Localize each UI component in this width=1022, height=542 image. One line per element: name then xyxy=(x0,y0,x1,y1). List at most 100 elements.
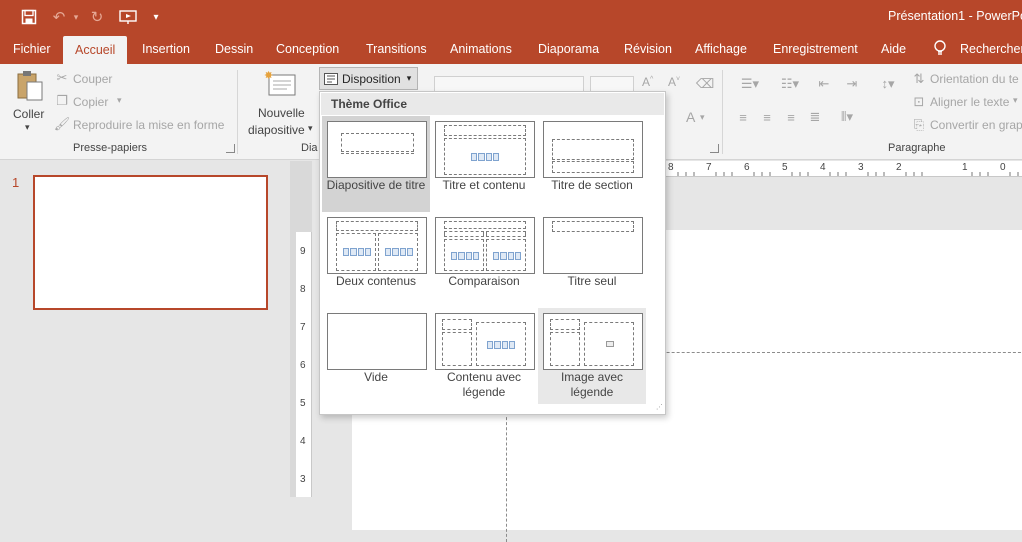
text-direction-button[interactable]: Orientation du te xyxy=(930,72,1019,86)
title-box xyxy=(550,319,580,330)
copy-button[interactable]: Copier xyxy=(73,95,108,109)
layout-thumbnail xyxy=(435,217,535,274)
align-center-icon[interactable]: ≡ xyxy=(759,109,775,125)
text-direction-icon[interactable]: ⇅ xyxy=(911,71,927,86)
content-icons xyxy=(343,248,371,256)
slide-thumbnail-pane: 1 xyxy=(0,161,290,497)
vertical-ruler: 9 8 7 6 5 4 3 xyxy=(296,232,312,497)
bullets-icon[interactable]: ☰▾ xyxy=(735,76,765,92)
slides-group-label: Dia xyxy=(301,142,318,154)
svg-text:✸: ✸ xyxy=(264,70,273,82)
horizontal-ruler: 8 7 6 5 4 3 2 1 0 xyxy=(666,161,1022,177)
copy-icon[interactable]: ❐ xyxy=(55,93,69,108)
ruler-label: 9 xyxy=(300,246,306,257)
tab-insertion[interactable]: Insertion xyxy=(142,34,190,64)
tab-transitions[interactable]: Transitions xyxy=(366,34,427,64)
content-box xyxy=(476,322,526,366)
layout-title-only[interactable]: Titre seul xyxy=(538,212,646,308)
layout-thumbnail xyxy=(435,121,535,178)
heading-right xyxy=(486,231,526,237)
copy-dropdown-icon[interactable]: ▾ xyxy=(117,95,122,106)
layout-title-slide[interactable]: Diapositive de titre xyxy=(322,116,430,212)
undo-dropdown-icon[interactable]: ▾ xyxy=(70,7,82,27)
tab-conception[interactable]: Conception xyxy=(276,34,339,64)
convert-smartart-icon[interactable]: ⎘ xyxy=(911,117,927,132)
content-icons xyxy=(471,153,499,161)
clear-formatting-icon[interactable]: ⌫ xyxy=(696,76,714,92)
tab-accueil[interactable]: Accueil xyxy=(63,36,128,64)
redo-icon[interactable]: ↻ xyxy=(87,7,107,27)
format-painter-icon[interactable]: 🖌 xyxy=(54,116,71,131)
grow-font-icon[interactable]: A^ xyxy=(642,75,653,89)
lightbulb-icon xyxy=(933,34,953,64)
present-from-start-icon[interactable] xyxy=(117,7,139,27)
increase-indent-icon[interactable]: ⇥ xyxy=(843,76,861,92)
paste-icon[interactable] xyxy=(14,70,46,102)
justify-icon[interactable]: ≣ xyxy=(807,109,823,125)
window-title: Présentation1 - PowerPoint xyxy=(888,9,1022,23)
group-divider xyxy=(237,70,238,154)
layout-blank[interactable]: Vide xyxy=(322,308,430,404)
save-icon[interactable] xyxy=(18,7,40,27)
columns-icon[interactable]: ⫴▾ xyxy=(833,109,861,125)
tab-affichage[interactable]: Affichage xyxy=(695,34,747,64)
layout-gallery: Thème Office Diapositive de titre Titre … xyxy=(319,91,666,415)
paste-dropdown-icon[interactable]: ▾ xyxy=(25,122,30,133)
cut-button[interactable]: Couper xyxy=(73,72,112,86)
decrease-indent-icon[interactable]: ⇤ xyxy=(815,76,833,92)
clipboard-launcher-icon[interactable] xyxy=(226,144,235,153)
layout-title-content[interactable]: Titre et contenu xyxy=(430,116,538,212)
content-icons xyxy=(385,248,413,256)
align-text-icon[interactable]: ⊡ xyxy=(911,94,927,109)
undo-icon[interactable]: ↶ xyxy=(49,7,69,27)
layout-name: Deux contenus xyxy=(335,274,417,288)
line-spacing-icon[interactable]: ↕▾ xyxy=(873,76,903,92)
layout-comparison[interactable]: Comparaison xyxy=(430,212,538,308)
content-box-left xyxy=(336,233,376,271)
format-painter-button[interactable]: Reproduire la mise en forme xyxy=(73,118,224,132)
ruler-label: 7 xyxy=(300,322,306,333)
slide-thumbnail[interactable] xyxy=(33,175,268,310)
clipboard-group-label: Presse-papiers xyxy=(73,142,147,154)
tab-revision[interactable]: Révision xyxy=(624,34,672,64)
font-color-icon[interactable]: A xyxy=(686,109,695,125)
resize-grip-icon[interactable]: ⋰ xyxy=(655,404,663,412)
new-slide-label-line1[interactable]: Nouvelle xyxy=(258,106,305,120)
align-text-dropdown-icon[interactable]: ▾ xyxy=(1013,95,1018,106)
layout-two-content[interactable]: Deux contenus xyxy=(322,212,430,308)
align-left-icon[interactable]: ≡ xyxy=(735,109,751,125)
font-color-dropdown-icon[interactable]: ▾ xyxy=(700,112,705,123)
layout-section-header[interactable]: Titre de section xyxy=(538,116,646,212)
layout-thumbnail xyxy=(435,313,535,370)
convert-smartart-button[interactable]: Convertir en grap xyxy=(930,118,1022,132)
heading-left xyxy=(444,231,484,237)
title-box xyxy=(444,125,526,136)
ruler-label: 8 xyxy=(300,284,306,295)
paste-button[interactable]: Coller xyxy=(13,107,44,121)
new-slide-dropdown-icon[interactable]: ▾ xyxy=(308,123,313,134)
tab-enregistrement[interactable]: Enregistrement xyxy=(773,34,858,64)
layout-content-caption[interactable]: Contenu avec légende xyxy=(430,308,538,404)
title-bar: ↶ ▾ ↻ ▾ Présentation1 - PowerPoint xyxy=(0,0,1022,34)
tab-fichier[interactable]: Fichier xyxy=(13,34,51,64)
tab-aide[interactable]: Aide xyxy=(881,34,906,64)
gallery-header: Thème Office xyxy=(321,93,664,115)
cut-icon[interactable]: ✂ xyxy=(55,70,69,85)
layout-thumbnail xyxy=(327,313,427,370)
subtitle-placeholder[interactable] xyxy=(506,412,507,542)
layout-dropdown-button[interactable]: Disposition ▾ xyxy=(319,67,418,90)
tab-dessin[interactable]: Dessin xyxy=(215,34,253,64)
search-box[interactable]: Rechercher xyxy=(960,34,1022,64)
tab-animations[interactable]: Animations xyxy=(450,34,512,64)
numbering-icon[interactable]: ☷▾ xyxy=(775,76,805,92)
text-box xyxy=(552,161,634,173)
align-text-button[interactable]: Aligner le texte xyxy=(930,95,1009,109)
shrink-font-icon[interactable]: A˅ xyxy=(668,75,680,89)
customize-qat-icon[interactable]: ▾ xyxy=(150,7,162,27)
new-slide-icon[interactable]: ✸ xyxy=(262,68,298,100)
new-slide-label-line2[interactable]: diapositive xyxy=(248,123,305,137)
font-launcher-icon[interactable] xyxy=(710,144,719,153)
align-right-icon[interactable]: ≡ xyxy=(783,109,799,125)
layout-picture-caption[interactable]: Image avec légende xyxy=(538,308,646,404)
tab-diaporama[interactable]: Diaporama xyxy=(538,34,599,64)
